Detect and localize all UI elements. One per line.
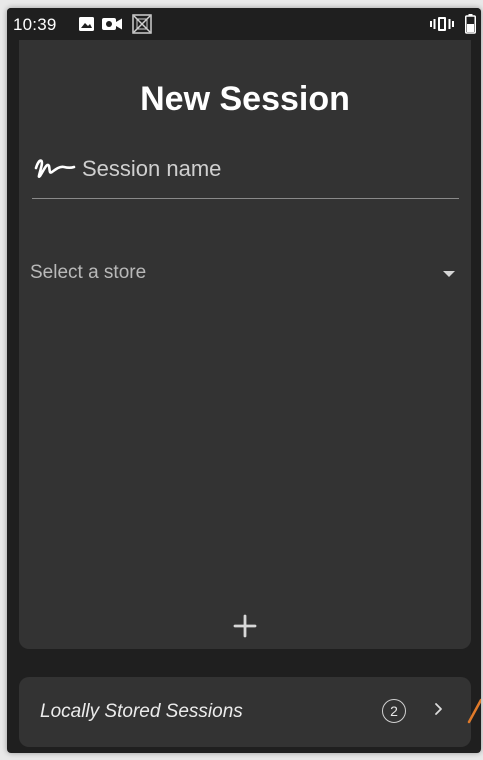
dropdown-arrow-icon	[443, 271, 455, 277]
session-count-badge: 2	[382, 699, 406, 723]
session-name-input[interactable]	[82, 152, 442, 186]
no-sim-icon	[132, 14, 152, 39]
vibrate-icon	[430, 16, 454, 37]
plus-icon	[233, 614, 257, 638]
new-session-card: New Session Select a store	[19, 40, 471, 649]
signature-icon	[34, 154, 76, 187]
store-select[interactable]: Select a store	[30, 252, 455, 296]
local-sessions-label: Locally Stored Sessions	[40, 701, 243, 722]
video-icon	[102, 17, 122, 36]
chevron-right-icon	[433, 701, 445, 722]
session-name-field[interactable]	[32, 144, 459, 199]
page-title: New Session	[140, 80, 350, 118]
status-bar: 10:39	[7, 8, 481, 40]
status-time: 10:39	[13, 15, 57, 34]
add-button[interactable]	[227, 608, 263, 644]
local-sessions-button[interactable]: Locally Stored Sessions 2	[19, 677, 471, 747]
image-icon	[79, 17, 94, 36]
phone-screen: 10:39 New Session Session name Select a …	[7, 8, 481, 753]
battery-icon	[465, 14, 476, 39]
annotation-arrow-icon	[467, 698, 481, 731]
store-select-value: Select a store	[30, 262, 147, 283]
